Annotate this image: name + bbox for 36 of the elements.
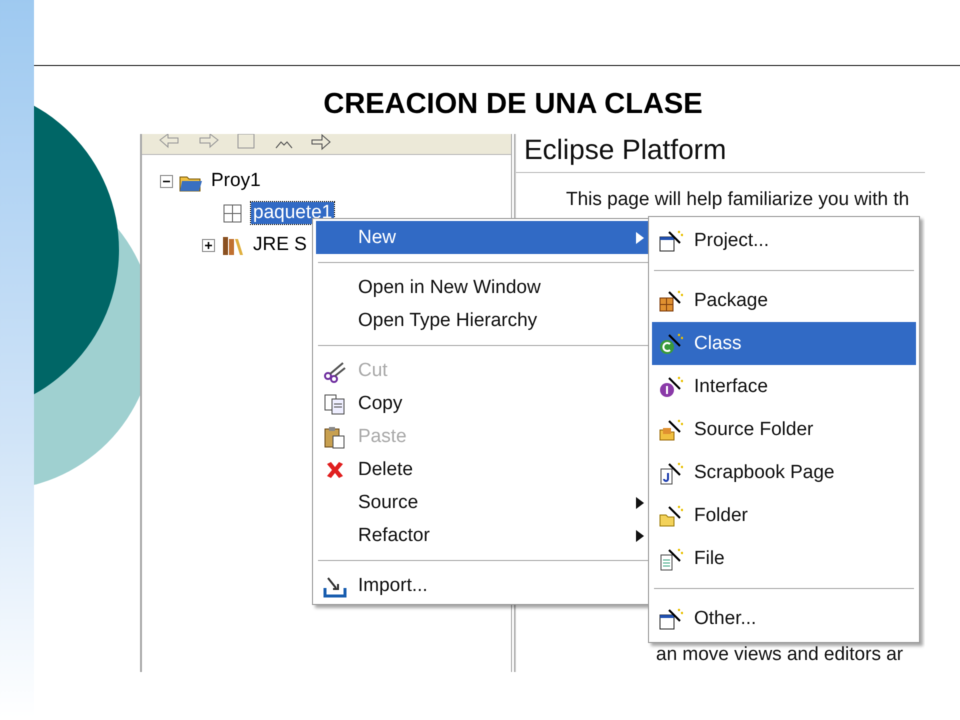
editor-text: This page will help familiarize you with th [565, 189, 910, 211]
editor-text: an move views and editors ar [655, 644, 904, 667]
new-window-wizard-icon [659, 606, 683, 630]
new-source-folder-wizard-icon [659, 418, 683, 442]
menu-item[interactable]: Source Folder [652, 408, 916, 451]
menu-item[interactable]: Open in New Window [316, 271, 652, 304]
menu-item[interactable]: Delete [316, 453, 652, 486]
menu-item[interactable]: Other... [652, 597, 916, 640]
menu-item[interactable]: Open Type Hierarchy [316, 304, 652, 337]
new-scrapbook-wizard-icon [659, 460, 683, 484]
copy-icon [323, 392, 347, 416]
new-window-wizard-icon [659, 228, 683, 252]
collapse-icon[interactable] [160, 174, 173, 188]
tree-item[interactable]: JRE S [251, 234, 309, 256]
menu-item[interactable]: Source [316, 486, 652, 519]
menu-item[interactable]: Class [652, 322, 916, 365]
clipboard-icon [323, 424, 347, 448]
menu-item[interactable]: Folder [652, 494, 916, 537]
menu-item[interactable]: Package [652, 279, 916, 322]
menu-item[interactable]: Interface [652, 365, 916, 408]
new-package-wizard-icon [659, 288, 683, 312]
new-interface-wizard-icon [659, 374, 683, 398]
menu-item[interactable]: Copy [316, 387, 652, 420]
new-class-wizard-icon [659, 332, 683, 356]
menu-item[interactable]: Project... [652, 219, 916, 262]
menu-item[interactable]: Import... [316, 569, 652, 602]
tree-item[interactable]: Proy1 [209, 170, 263, 192]
new-folder-wizard-icon [659, 504, 683, 528]
slide-title: CREACION DE UNA CLASE [322, 88, 703, 121]
menu-item[interactable]: File [652, 537, 916, 580]
new-file-wizard-icon [659, 546, 683, 570]
expand-icon[interactable] [202, 238, 215, 252]
menu-item[interactable]: Refactor [316, 519, 652, 552]
editor-heading: Eclipse Platform [516, 134, 925, 173]
menu-item[interactable]: Scrapbook Page [652, 451, 916, 494]
tree-item[interactable]: paquete1 [251, 202, 334, 224]
